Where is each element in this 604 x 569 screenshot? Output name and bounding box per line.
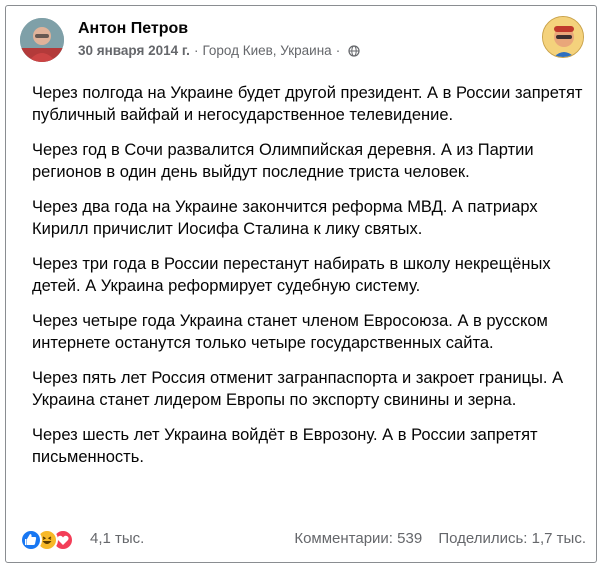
post-paragraph: Через полгода на Украине будет другой пр…	[32, 84, 583, 124]
post-paragraph: Через четыре года Украина станет членом …	[32, 312, 548, 352]
post-footer: 4,1 тыс. Комментарии: 539 Поделились: 1,…	[20, 527, 586, 553]
page-badge-icon[interactable]	[542, 16, 584, 58]
post-paragraph: Через пять лет Россия отменит загранпасп…	[32, 369, 564, 409]
post-paragraph: Через шесть лет Украина войдёт в Еврозон…	[32, 426, 538, 466]
post-header: Антон Петров 30 января 2014 г. · Город К…	[20, 16, 584, 62]
meta-separator: ·	[193, 43, 199, 58]
post-paragraph: Через два года на Украине закончится реф…	[32, 198, 538, 238]
reaction-count[interactable]: 4,1 тыс.	[90, 530, 144, 547]
post-meta: 30 января 2014 г. · Город Киев, Украина …	[78, 43, 360, 58]
facebook-post-card: Антон Петров 30 января 2014 г. · Город К…	[5, 5, 597, 563]
post-paragraph: Через год в Сочи развалится Олимпийская …	[32, 141, 534, 181]
post-paragraph: Через три года в России перестанут набир…	[32, 255, 551, 295]
globe-icon[interactable]	[348, 44, 360, 57]
post-text: Через полгода на Украине будет другой пр…	[32, 82, 584, 481]
author-avatar[interactable]	[20, 18, 64, 62]
meta-separator: ·	[335, 43, 341, 58]
reaction-icons[interactable]	[20, 529, 80, 551]
shares-count[interactable]: Поделились: 1,7 тыс.	[438, 530, 586, 547]
post-date[interactable]: 30 января 2014 г.	[78, 43, 190, 58]
post-stats: Комментарии: 539 Поделились: 1,7 тыс.	[282, 530, 586, 547]
author-name[interactable]: Антон Петров	[78, 20, 188, 38]
post-location[interactable]: Город Киев, Украина	[202, 43, 331, 58]
comments-count[interactable]: Комментарии: 539	[294, 530, 422, 547]
like-icon	[20, 529, 42, 551]
avatar-photo	[20, 18, 64, 62]
